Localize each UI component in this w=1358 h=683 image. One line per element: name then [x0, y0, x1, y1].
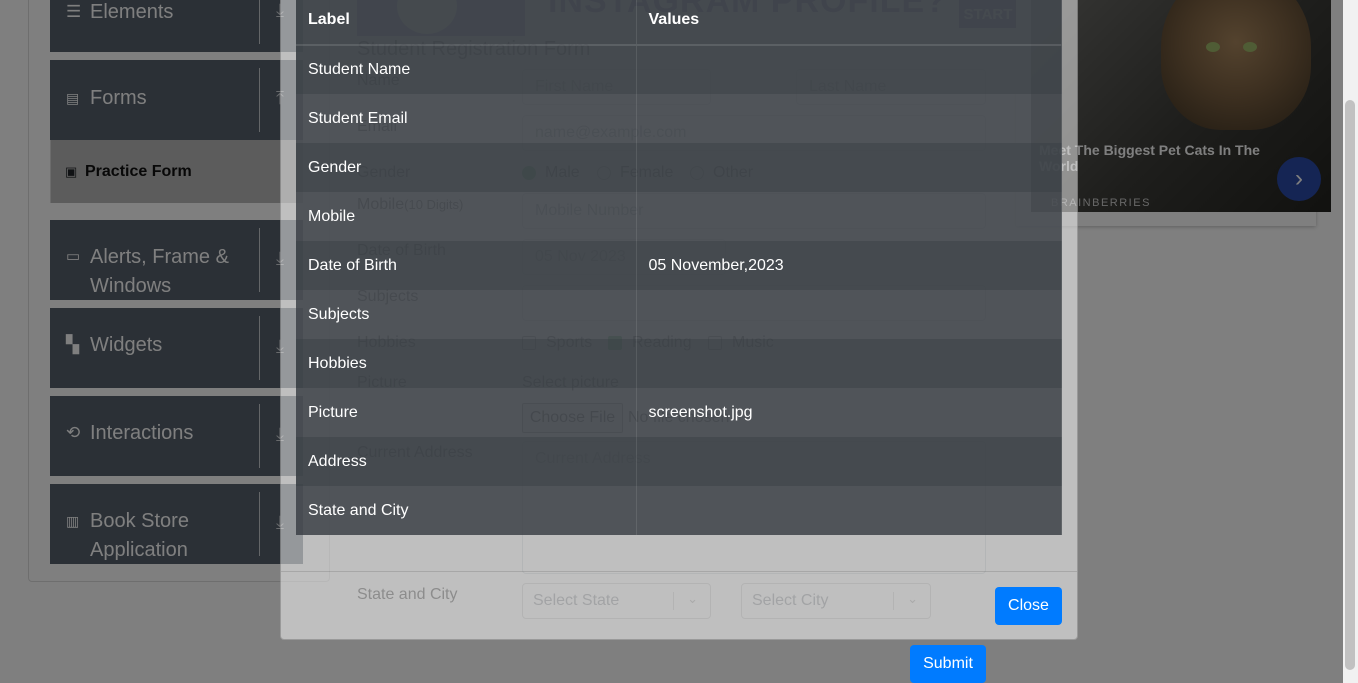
- row-label: Student Name: [296, 45, 637, 94]
- row-value: screenshot.jpg: [636, 388, 1062, 437]
- table-row: Picture screenshot.jpg: [296, 388, 1062, 437]
- table-row: Student Email: [296, 94, 1062, 143]
- row-label: Date of Birth: [296, 241, 637, 290]
- row-label: Hobbies: [296, 339, 637, 388]
- column-header-values: Values: [636, 0, 1062, 46]
- table-row: Date of Birth 05 November,2023: [296, 241, 1062, 290]
- table-row: Student Name: [296, 45, 1062, 94]
- row-value: 05 November,2023: [636, 241, 1062, 290]
- table-row: Subjects: [296, 290, 1062, 339]
- submit-button[interactable]: Submit: [910, 645, 986, 683]
- row-value: [636, 486, 1062, 535]
- row-value: [636, 143, 1062, 192]
- row-label: Picture: [296, 388, 637, 437]
- row-value: [636, 45, 1062, 94]
- row-label: Mobile: [296, 192, 637, 241]
- table-row: Gender: [296, 143, 1062, 192]
- table-row: Mobile: [296, 192, 1062, 241]
- row-label: Address: [296, 437, 637, 486]
- table-header-row: Label Values: [296, 0, 1062, 46]
- row-value: [636, 339, 1062, 388]
- row-label: Subjects: [296, 290, 637, 339]
- scrollbar-thumb[interactable]: [1345, 100, 1355, 670]
- table-row: Address: [296, 437, 1062, 486]
- column-header-label: Label: [296, 0, 637, 46]
- row-value: [636, 192, 1062, 241]
- row-label: State and City: [296, 486, 637, 535]
- close-button[interactable]: Close: [995, 587, 1062, 625]
- row-label: Gender: [296, 143, 637, 192]
- row-value: [636, 437, 1062, 486]
- row-label: Student Email: [296, 94, 637, 143]
- row-value: [636, 290, 1062, 339]
- table-row: Hobbies: [296, 339, 1062, 388]
- modal-footer-divider: [281, 571, 1077, 572]
- page-scrollbar[interactable]: [1343, 0, 1358, 683]
- submission-results-table: Label Values Student Name Student Email …: [296, 0, 1062, 535]
- table-row: State and City: [296, 486, 1062, 535]
- row-value: [636, 94, 1062, 143]
